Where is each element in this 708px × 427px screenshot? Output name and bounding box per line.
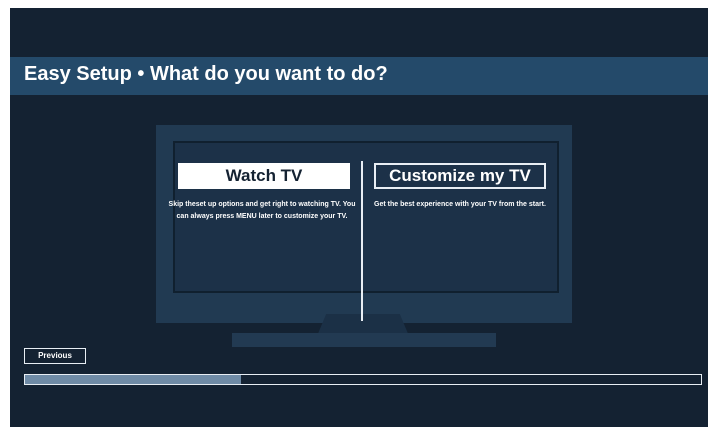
previous-button[interactable]: Previous: [24, 348, 86, 364]
setup-screen: Easy Setup • What do you want to do? Wat…: [10, 8, 708, 427]
title-bar: Easy Setup • What do you want to do?: [10, 57, 708, 95]
page-title: Easy Setup • What do you want to do?: [24, 63, 388, 85]
setup-progress-bar: [24, 374, 702, 385]
progress-fill: [25, 375, 242, 384]
tv-stand-base: [232, 333, 496, 347]
option-divider: [361, 161, 363, 321]
watch-tv-description: Skip theset up options and get right to …: [168, 201, 356, 220]
customize-tv-description: Get the best experience with your TV fro…: [374, 201, 546, 208]
watch-tv-button[interactable]: Watch TV: [178, 163, 350, 189]
customize-tv-button[interactable]: Customize my TV: [374, 163, 546, 189]
